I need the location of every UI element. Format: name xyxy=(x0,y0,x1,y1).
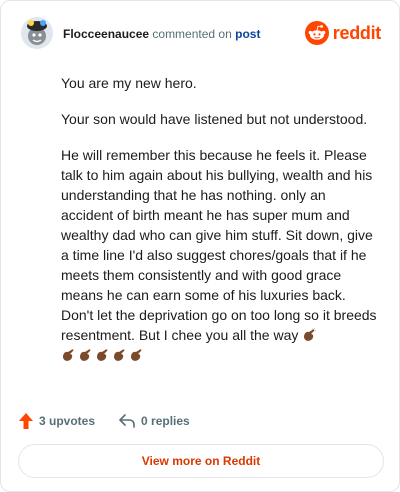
clapping-hands-icon xyxy=(63,349,74,361)
comment-paragraph-1: You are my new hero. xyxy=(61,75,197,91)
clapping-hands-icon xyxy=(131,349,142,361)
comment-header: Flocceenaucee commented on post reddit xyxy=(21,17,381,51)
upvote-count: 3 upvotes xyxy=(39,414,96,428)
post-link[interactable]: post xyxy=(235,27,260,41)
comment-actions: 3 upvotes 0 replies xyxy=(19,411,214,431)
comment-paragraph-2: Your son would have listened but not und… xyxy=(61,111,368,127)
reply-count: 0 replies xyxy=(141,414,190,428)
user-avatar[interactable] xyxy=(21,17,53,49)
reddit-wordmark: reddit xyxy=(332,22,382,43)
view-more-on-reddit-button[interactable]: View more on Reddit xyxy=(18,444,384,478)
reddit-alien-icon xyxy=(304,21,329,45)
clapping-hands-icon xyxy=(114,349,125,361)
byline-action-text: commented on xyxy=(152,27,232,41)
username[interactable]: Flocceenaucee xyxy=(63,27,149,41)
upvote-button[interactable]: 3 upvotes xyxy=(19,413,95,429)
reply-button[interactable]: 0 replies xyxy=(119,414,190,428)
comment-paragraph-3-text: He will remember this because he feels i… xyxy=(61,147,377,343)
embedded-comment-card: Flocceenaucee commented on post reddit Y… xyxy=(0,0,400,492)
comment-body: You are my new hero. Your son would have… xyxy=(61,73,379,381)
reply-arrow-icon xyxy=(119,414,135,428)
clapping-hands-icon xyxy=(97,349,108,361)
clapping-hands-icon xyxy=(80,349,91,361)
comment-paragraph-3: He will remember this because he feels i… xyxy=(61,145,379,365)
upvote-arrow-icon xyxy=(19,413,33,429)
reddit-logo[interactable]: reddit xyxy=(304,21,382,45)
avatar-icon xyxy=(21,17,53,49)
emoji-row xyxy=(61,345,146,365)
clapping-hands-icon xyxy=(304,328,317,341)
byline: Flocceenaucee commented on post xyxy=(63,27,260,41)
